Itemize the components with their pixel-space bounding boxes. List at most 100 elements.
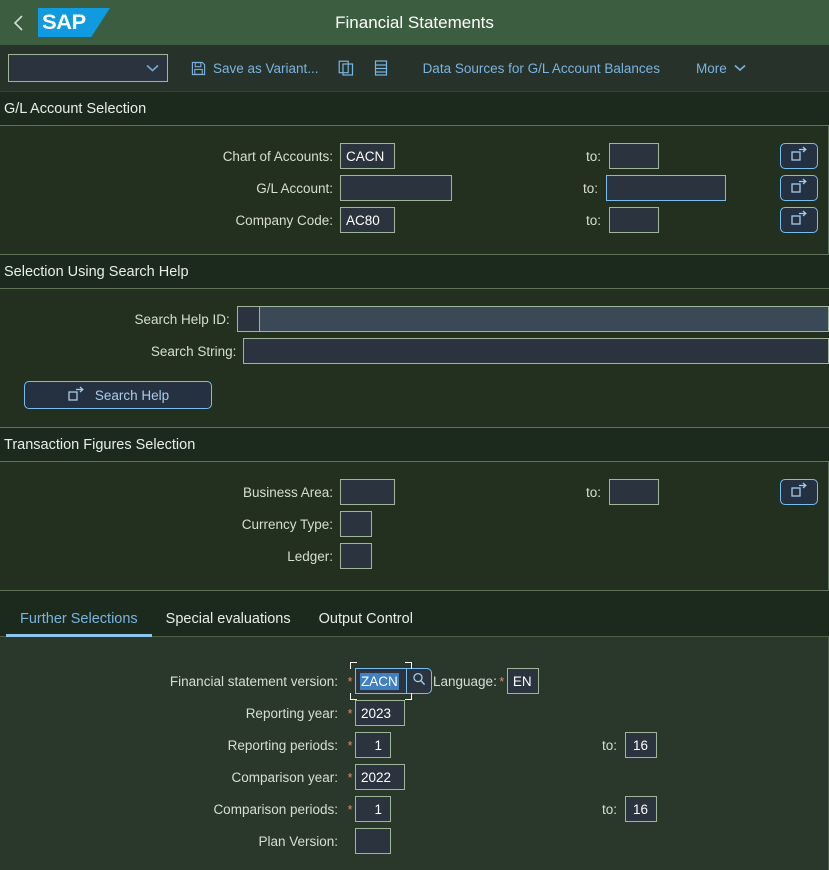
field-row-reporting-year: Reporting year: * 2023 bbox=[0, 697, 828, 729]
multi-selection-button-business-area[interactable] bbox=[780, 479, 818, 505]
label-currency-type: Currency Type: bbox=[241, 516, 333, 532]
section-title-gl-account: G/L Account Selection bbox=[4, 101, 147, 117]
input-financial-statement-version[interactable]: ZACN bbox=[355, 668, 407, 694]
label-to-gl-account: to: bbox=[582, 180, 598, 196]
input-comparison-year[interactable]: 2022 bbox=[355, 764, 405, 790]
shell-header: SAP Financial Statements bbox=[0, 0, 829, 45]
label-to-company-code: to: bbox=[585, 212, 601, 228]
value-help-combo-fsv: ZACN bbox=[350, 662, 432, 700]
input-reporting-periods-to[interactable]: 16 bbox=[625, 732, 657, 758]
save-floppy-icon bbox=[191, 61, 206, 76]
more-button[interactable]: More bbox=[687, 55, 755, 82]
input-reporting-periods-from[interactable]: 1 bbox=[355, 732, 391, 758]
label-ledger: Ledger: bbox=[287, 548, 333, 564]
label-company-code: Company Code: bbox=[235, 212, 333, 228]
field-row-company-code: Company Code: AC80 to: bbox=[0, 204, 828, 236]
input-ledger[interactable] bbox=[340, 543, 372, 569]
section-title-search-help: Selection Using Search Help bbox=[4, 264, 189, 280]
chevron-down-icon bbox=[146, 59, 159, 77]
multi-selection-icon bbox=[67, 386, 85, 405]
more-label: More bbox=[695, 60, 727, 76]
tab-special-evaluations[interactable]: Special evaluations bbox=[152, 605, 305, 636]
field-row-financial-statement-version: Financial statement version: * ZACN Lang… bbox=[0, 662, 828, 700]
input-search-help-id-key[interactable] bbox=[236, 306, 260, 332]
toolbar: Save as Variant... Data Sources for G/L … bbox=[0, 45, 829, 92]
input-language[interactable]: EN bbox=[506, 668, 539, 694]
label-reporting-year: Reporting year: bbox=[245, 705, 338, 721]
page-content: G/L Account Selection Chart of Accounts:… bbox=[0, 92, 829, 870]
input-comparison-periods-from[interactable]: 1 bbox=[355, 796, 391, 822]
input-company-code-to[interactable] bbox=[609, 207, 659, 233]
input-gl-account-to[interactable] bbox=[606, 175, 726, 201]
input-currency-type[interactable] bbox=[340, 511, 372, 537]
input-company-code[interactable]: AC80 bbox=[340, 207, 395, 233]
field-row-currency-type: Currency Type: bbox=[0, 508, 828, 540]
sap-logo: SAP bbox=[38, 8, 110, 37]
input-comparison-periods-to[interactable]: 16 bbox=[625, 796, 657, 822]
field-row-search-help-id: Search Help ID: bbox=[0, 303, 829, 335]
label-to-comparison-periods: to: bbox=[601, 801, 617, 817]
search-help-button[interactable]: Search Help bbox=[24, 381, 212, 409]
field-row-gl-account: G/L Account: to: bbox=[0, 172, 828, 204]
copy-button[interactable] bbox=[328, 54, 364, 82]
label-business-area: Business Area: bbox=[242, 484, 333, 500]
input-plan-version[interactable] bbox=[355, 828, 391, 854]
label-to-business-area: to: bbox=[585, 484, 601, 500]
multi-selection-icon bbox=[790, 178, 808, 199]
page-title: Financial Statements bbox=[335, 12, 494, 32]
tabpanel-further-selections: Financial statement version: * ZACN Lang… bbox=[0, 637, 829, 870]
section-title-transaction-figures: Transaction Figures Selection bbox=[4, 437, 196, 453]
copy-icon bbox=[338, 60, 354, 76]
input-search-string[interactable] bbox=[243, 338, 829, 364]
section-transaction-figures: Business Area: to: Currency Type: Ledger… bbox=[0, 461, 829, 591]
field-row-ledger: Ledger: bbox=[0, 540, 828, 572]
save-as-variant-button[interactable]: Save as Variant... bbox=[182, 55, 328, 82]
field-row-search-string: Search String: bbox=[0, 335, 829, 367]
multi-selection-button-company-code[interactable] bbox=[780, 207, 818, 233]
tab-output-control[interactable]: Output Control bbox=[305, 605, 427, 636]
input-business-area-to[interactable] bbox=[609, 479, 659, 505]
data-sources-button[interactable]: Data Sources for G/L Account Balances bbox=[414, 55, 669, 82]
input-chart-of-accounts[interactable]: CACN bbox=[340, 143, 395, 169]
required-indicator-reporting-periods: * bbox=[347, 737, 353, 753]
required-indicator-reporting-year: * bbox=[347, 705, 353, 721]
multi-selection-button-chart-of-accounts[interactable] bbox=[780, 143, 818, 169]
label-plan-version: Plan Version: bbox=[258, 833, 338, 849]
search-help-button-label: Search Help bbox=[94, 387, 170, 403]
label-comparison-year: Comparison year: bbox=[231, 769, 338, 785]
multi-selection-icon bbox=[790, 146, 808, 167]
field-row-reporting-periods: Reporting periods: * 1 to: 16 bbox=[0, 729, 828, 761]
field-row-comparison-periods: Comparison periods: * 1 to: 16 bbox=[0, 793, 828, 825]
field-row-business-area: Business Area: to: bbox=[0, 476, 828, 508]
back-button[interactable] bbox=[0, 0, 38, 45]
label-gl-account: G/L Account: bbox=[256, 180, 333, 196]
variant-select[interactable] bbox=[8, 54, 168, 82]
label-to-chart-of-accounts: to: bbox=[585, 148, 601, 164]
list-view-button[interactable] bbox=[364, 54, 398, 82]
sap-logo-text: SAP bbox=[41, 10, 86, 34]
tab-bar: Further Selections Special evaluations O… bbox=[0, 599, 829, 637]
required-indicator-comparison-periods: * bbox=[347, 801, 353, 817]
label-financial-statement-version: Financial statement version: bbox=[169, 673, 338, 689]
label-language: Language: bbox=[433, 673, 497, 689]
input-chart-of-accounts-to[interactable] bbox=[609, 143, 659, 169]
section-search-help: Search Help ID: Search String: Search He… bbox=[0, 288, 829, 428]
required-indicator-comparison-year: * bbox=[347, 769, 353, 785]
tab-further-selections[interactable]: Further Selections bbox=[6, 605, 152, 637]
input-reporting-year[interactable]: 2023 bbox=[355, 700, 405, 726]
label-reporting-periods: Reporting periods: bbox=[227, 737, 338, 753]
multi-selection-button-gl-account[interactable] bbox=[780, 175, 818, 201]
value-help-button-fsv[interactable] bbox=[407, 668, 432, 694]
section-gl-account: Chart of Accounts: CACN to: G/L Account:… bbox=[0, 125, 829, 255]
required-indicator-fsv: * bbox=[347, 673, 353, 689]
chevron-down-icon bbox=[734, 64, 746, 72]
label-chart-of-accounts: Chart of Accounts: bbox=[222, 148, 333, 164]
data-sources-label: Data Sources for G/L Account Balances bbox=[422, 60, 660, 76]
input-gl-account[interactable] bbox=[340, 175, 452, 201]
input-search-help-id-description[interactable] bbox=[259, 306, 829, 332]
multi-selection-icon bbox=[790, 482, 808, 503]
input-business-area[interactable] bbox=[340, 479, 395, 505]
chevron-left-icon bbox=[13, 14, 25, 32]
label-search-help-id: Search Help ID: bbox=[134, 311, 230, 327]
multi-selection-icon bbox=[790, 210, 808, 231]
